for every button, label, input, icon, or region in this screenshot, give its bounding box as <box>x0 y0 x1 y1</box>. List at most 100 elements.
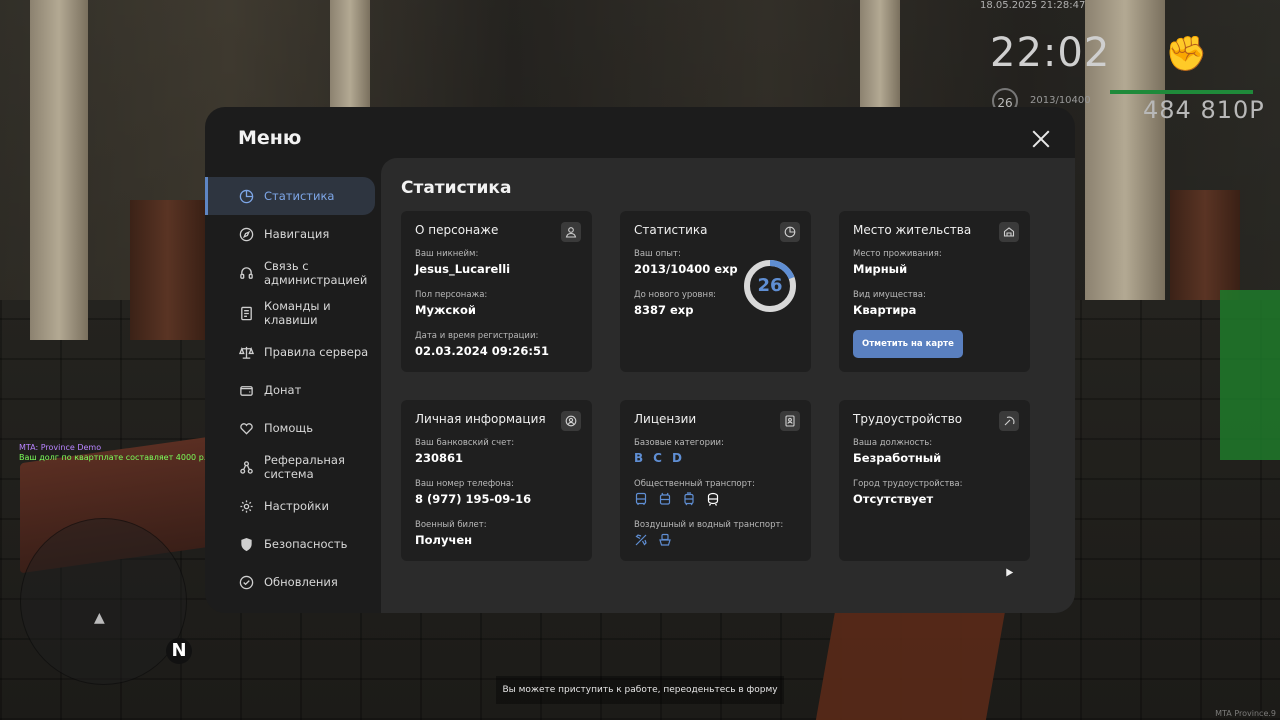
scales-icon <box>237 343 255 361</box>
field-label: Базовые категории: <box>634 438 724 448</box>
airplane-icon <box>634 533 648 547</box>
sidebar-item-rules[interactable]: Правила сервера <box>205 333 381 371</box>
sidebar-item-label: Донат <box>264 383 302 397</box>
nickname-value: Jesus_Lucarelli <box>415 262 511 276</box>
sidebar-item-label: Связь с администрацией <box>264 259 368 287</box>
sidebar-item-label: Помощь <box>264 421 314 435</box>
shield-icon <box>237 535 255 553</box>
scene-pillar <box>330 0 370 110</box>
bottom-hint: Вы можете приступить к работе, переодень… <box>496 676 784 704</box>
boat-icon <box>658 533 672 547</box>
clock-pie-icon <box>780 222 800 242</box>
air-water-transport-icons <box>634 533 797 547</box>
hud-datetime: 18.05.2025 21:28:47 <box>980 0 1086 11</box>
sidebar-item-label: Правила сервера <box>264 345 369 359</box>
heart-hand-icon <box>237 419 255 437</box>
fist-weapon-icon: ✊ <box>1165 34 1208 74</box>
sidebar-item-statistics[interactable]: Статистика <box>205 177 375 215</box>
card-title: Место жительства <box>853 223 972 237</box>
license-category: C <box>653 451 662 465</box>
sidebar-item-donate[interactable]: Донат <box>205 371 381 409</box>
military-id-value: Получен <box>415 533 473 547</box>
card-character: О персонаже Ваш никнейм: Jesus_Lucarelli… <box>401 211 592 372</box>
level-number: 26 <box>757 275 783 296</box>
field-label: Город трудоустройства: <box>853 479 963 489</box>
field-label: Место проживания: <box>853 249 942 259</box>
hud-health-bar <box>1110 90 1253 94</box>
hud-money: 484 810Р <box>1143 96 1265 124</box>
content-title: Статистика <box>401 178 512 198</box>
chat-box: MTA: Province Demo Ваш долг по квартплат… <box>19 443 206 463</box>
sidebar-item-navigation[interactable]: Навигация <box>205 215 381 253</box>
headset-icon <box>237 264 255 282</box>
bus-icon <box>634 492 648 506</box>
sidebar-item-label: Команды и клавиши <box>264 299 331 327</box>
sidebar-item-label: Обновления <box>264 575 338 589</box>
sidebar-item-settings[interactable]: Настройки <box>205 487 381 525</box>
field-label: Пол персонажа: <box>415 290 488 300</box>
hud-exp: 2013/10400 <box>1030 95 1091 106</box>
sidebar-item-referral[interactable]: Реферальная система <box>205 447 381 487</box>
chat-line: Ваш долг по квартплате составляет 4000 р… <box>19 453 207 462</box>
sidebar-item-commands[interactable]: Команды и клавиши <box>205 293 381 333</box>
residence-value: Мирный <box>853 262 908 276</box>
license-category: D <box>671 451 682 465</box>
field-label: Ваш никнейм: <box>415 249 479 259</box>
mark-on-map-button[interactable]: Отметить на карте <box>853 330 963 358</box>
player-arrow-icon: ▲ <box>94 610 105 626</box>
scene-door <box>130 200 205 340</box>
gender-value: Мужской <box>415 303 476 317</box>
sidebar-item-help[interactable]: Помощь <box>205 409 381 447</box>
pie-chart-icon <box>237 187 255 205</box>
card-title: Трудоустройство <box>853 412 963 426</box>
north-marker: N <box>166 638 192 664</box>
chat-line: MTA: Province Demo <box>19 443 102 452</box>
field-label: Ваш номер телефона: <box>415 479 514 489</box>
user-icon <box>561 222 581 242</box>
menu-window: Меню Статистика Навигация Связь с админис… <box>205 107 1075 613</box>
check-circle-icon <box>237 573 255 591</box>
close-button[interactable] <box>1029 127 1053 151</box>
card-employment: Трудоустройство Ваша должность: Безработ… <box>839 400 1030 561</box>
document-icon <box>237 304 255 322</box>
scene-green-wall <box>1220 290 1280 460</box>
field-label: Ваша должность: <box>853 438 933 448</box>
card-stats: Статистика Ваш опыт: 2013/10400 exp До н… <box>620 211 811 372</box>
card-title: Лицензии <box>634 412 697 426</box>
field-label: Ваш опыт: <box>634 249 681 259</box>
scene-pillar <box>860 0 900 110</box>
card-personal-info: Личная информация Ваш банковский счет: 2… <box>401 400 592 561</box>
sidebar-item-label: Реферальная система <box>264 453 345 481</box>
field-label: Воздушный и водный транспорт: <box>634 520 784 530</box>
bank-account-value: 230861 <box>415 451 464 465</box>
sidebar-item-label: Навигация <box>264 227 330 241</box>
network-icon <box>237 458 255 476</box>
sidebar-item-updates[interactable]: Обновления <box>205 563 381 601</box>
id-card-icon <box>780 411 800 431</box>
sidebar-item-admin-contact[interactable]: Связь с администрацией <box>205 253 381 293</box>
card-residence: Место жительства Место проживания: Мирны… <box>839 211 1030 372</box>
license-category: B <box>634 451 644 465</box>
hud-clock: 22:02 <box>990 30 1111 76</box>
sidebar-item-security[interactable]: Безопасность <box>205 525 381 563</box>
sidebar-item-label: Статистика <box>264 189 335 203</box>
scene-door <box>1170 190 1240 300</box>
tram-icon <box>682 492 696 506</box>
content-panel: Статистика О персонаже Ваш никнейм: Jesu… <box>381 158 1075 613</box>
card-title: Статистика <box>634 223 708 237</box>
sidebar-item-label: Настройки <box>264 499 329 513</box>
trolleybus-icon <box>658 492 672 506</box>
property-value: Квартира <box>853 303 917 317</box>
sidebar: Статистика Навигация Связь с администраци… <box>205 177 381 601</box>
house-icon <box>999 222 1019 242</box>
card-title: О персонаже <box>415 223 499 237</box>
registration-value: 02.03.2024 09:26:51 <box>415 344 549 358</box>
gear-icon <box>237 497 255 515</box>
sidebar-item-label: Безопасность <box>264 537 348 551</box>
field-label: Военный билет: <box>415 520 487 530</box>
scene-pillar <box>30 0 88 340</box>
phone-value: 8 (977) 195-09-16 <box>415 492 532 506</box>
card-licenses: Лицензии Базовые категории: B C D Общест… <box>620 400 811 561</box>
position-value: Безработный <box>853 451 942 465</box>
field-label: Дата и время регистрации: <box>415 331 539 341</box>
